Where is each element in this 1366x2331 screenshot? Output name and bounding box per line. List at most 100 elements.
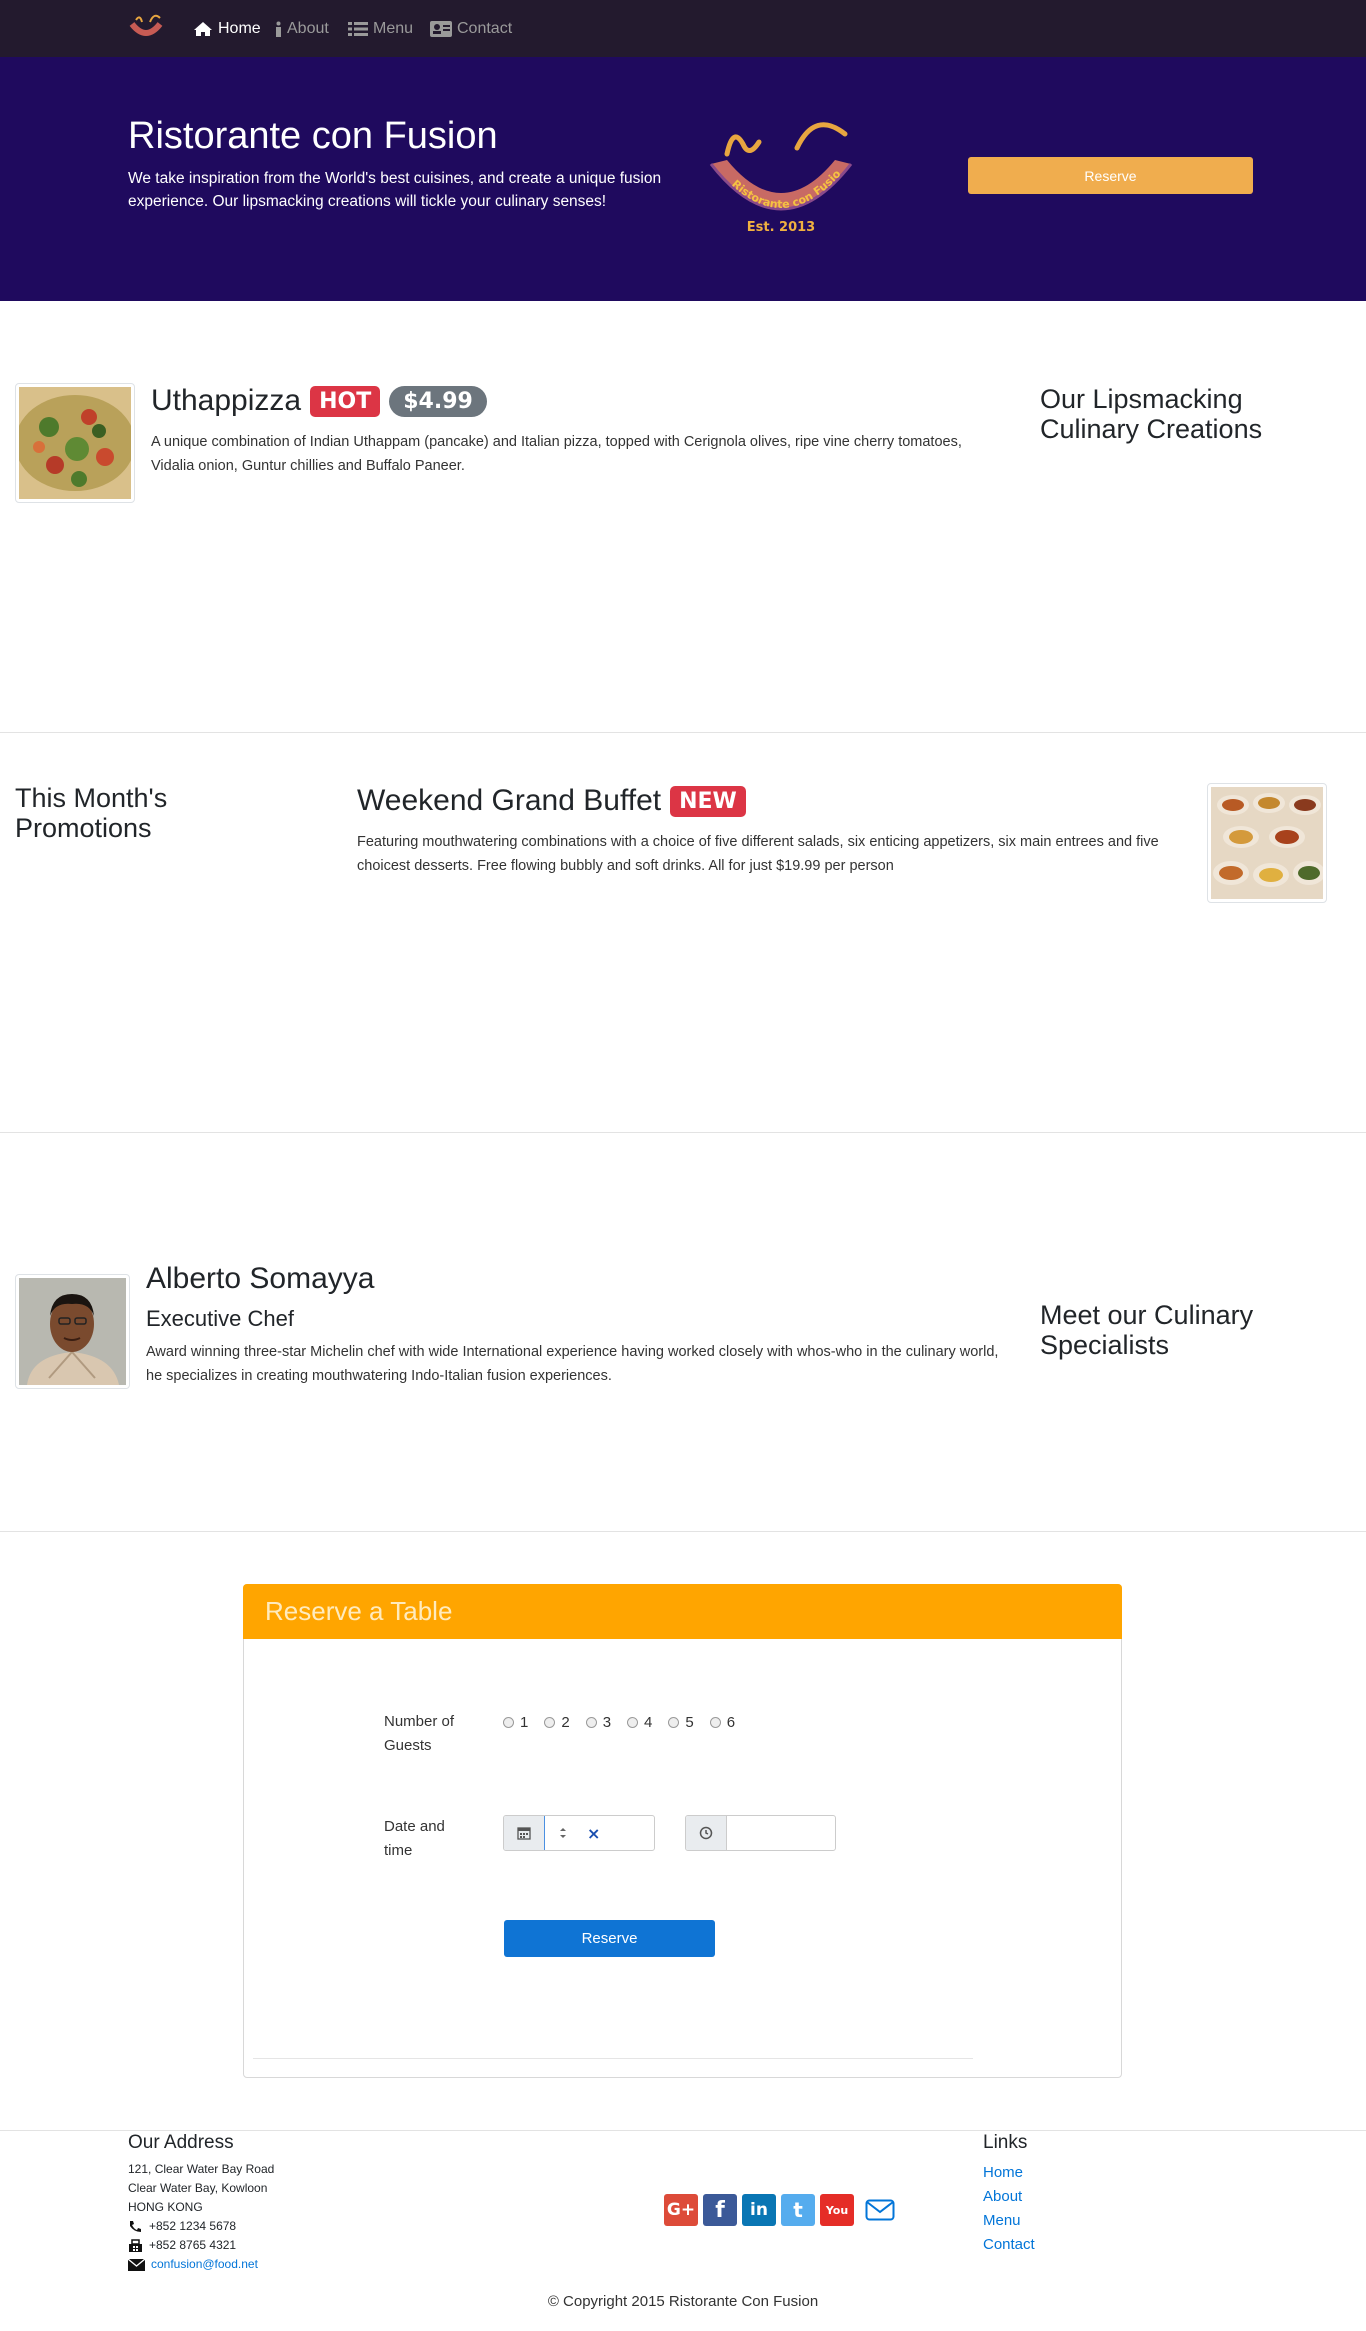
radio-circle[interactable]	[503, 1717, 514, 1728]
fax-number: +852 8765 4321	[149, 2238, 237, 2252]
facebook-icon[interactable]: f	[703, 2194, 737, 2226]
fax-icon	[129, 2238, 142, 2252]
spinner-icon[interactable]	[559, 1826, 567, 1840]
jumbotron-description: We take inspiration from the World's bes…	[128, 170, 662, 210]
nav-contact[interactable]: Contact	[430, 17, 512, 41]
dish-description: A unique combination of Indian Uthappam …	[151, 434, 962, 474]
buffet-image	[1211, 787, 1325, 899]
guests-radio-group: 1 2 3 4 5 6	[503, 1714, 735, 1731]
dish-title-row: Uthappizza HOT $4.99	[151, 384, 487, 418]
twitter-icon[interactable]: t	[781, 2194, 815, 2226]
home-icon	[194, 22, 212, 36]
guests-option-1[interactable]: 1	[503, 1714, 528, 1731]
promotion-description: Featuring mouthwatering combinations wit…	[357, 834, 1159, 874]
price-badge: $4.99	[389, 385, 487, 417]
email-link[interactable]: confusion@food.net	[151, 2255, 258, 2274]
mail-icon[interactable]	[865, 2199, 895, 2221]
guests-option-3[interactable]: 3	[585, 1714, 611, 1731]
radio-label: 4	[644, 1714, 653, 1731]
radio-label: 1	[520, 1714, 529, 1731]
footer-address-block: 121, Clear Water Bay Road Clear Water Ba…	[128, 2160, 274, 2274]
fax-line: +852 8765 4321	[128, 2236, 274, 2255]
chef-photo-image	[19, 1278, 126, 1385]
radio-circle[interactable]	[627, 1717, 639, 1728]
address-line: 121, Clear Water Bay Road	[128, 2162, 275, 2176]
dish-image	[15, 383, 135, 503]
guests-option-2[interactable]: 2	[544, 1714, 570, 1731]
nav-home[interactable]: Home	[193, 17, 261, 41]
restaurant-logo-icon[interactable]	[126, 12, 166, 44]
section-divider	[0, 732, 1366, 733]
leader-designation: Executive Chef	[146, 1306, 294, 1331]
linkedin-icon[interactable]: in	[742, 2194, 776, 2226]
info-icon	[276, 21, 281, 37]
address-line: HONG KONG	[128, 2200, 203, 2214]
hot-badge: HOT	[310, 385, 381, 417]
phone-icon	[130, 2221, 141, 2232]
leader-section-heading: Meet our Culinary Specialists	[1040, 1300, 1254, 1360]
phone-number: +852 1234 5678	[149, 2219, 237, 2233]
nav-contact-label: Contact	[457, 20, 513, 37]
radio-circle[interactable]	[668, 1717, 680, 1728]
time-input-group	[685, 1815, 836, 1851]
radio-label: 5	[685, 1714, 694, 1731]
clock-addon	[686, 1816, 727, 1850]
nav-menu-label: Menu	[373, 20, 414, 37]
promotion-title-row: Weekend Grand Buffet NEW	[357, 784, 746, 818]
google-plus-icon[interactable]: G+	[664, 2194, 698, 2226]
section-divider	[0, 1132, 1366, 1133]
address-line: Clear Water Bay, Kowloon	[128, 2181, 268, 2195]
radio-circle[interactable]	[585, 1717, 597, 1728]
jumbotron-title: Ristorante con Fusion	[128, 115, 498, 157]
nav-menu[interactable]: Menu	[348, 17, 413, 41]
time-field[interactable]	[727, 1816, 835, 1850]
logo-est-text: Est. 2013	[747, 220, 815, 235]
jumbotron-reserve-button[interactable]: Reserve	[968, 157, 1253, 194]
footer-link-home[interactable]: Home	[983, 2161, 1035, 2185]
footer-address-heading: Our Address	[128, 2132, 234, 2153]
email-line: confusion@food.net	[128, 2255, 274, 2274]
date-input-group: ×	[503, 1815, 655, 1851]
footer-link-about[interactable]: About	[983, 2185, 1035, 2209]
guests-option-4[interactable]: 4	[627, 1714, 652, 1731]
reserve-table-card	[243, 1584, 1122, 2078]
guests-option-6[interactable]: 6	[709, 1714, 736, 1731]
footer-links: Home About Menu Contact	[983, 2161, 1035, 2257]
nav-home-label: Home	[218, 20, 261, 37]
youtube-icon[interactable]: You	[820, 2194, 854, 2226]
calendar-icon	[517, 1827, 531, 1840]
envelope-icon	[128, 2258, 145, 2271]
radio-label: 6	[726, 1714, 736, 1731]
date-field[interactable]: ×	[544, 1816, 654, 1850]
promotion-image	[1207, 783, 1327, 903]
radio-circle[interactable]	[544, 1717, 556, 1728]
radio-circle[interactable]	[709, 1717, 721, 1728]
clear-date-icon[interactable]: ×	[587, 1824, 600, 1843]
footer-links-heading: Links	[983, 2132, 1028, 2153]
phone-line: +852 1234 5678	[128, 2217, 274, 2236]
leader-image	[15, 1274, 130, 1389]
social-icons: G+ f in t You	[664, 2194, 895, 2226]
list-icon	[348, 22, 368, 36]
nav-about-label: About	[287, 20, 329, 37]
guests-label: Number of Guests	[384, 1713, 455, 1754]
dish-name: Uthappizza	[151, 384, 302, 417]
copyright: © Copyright 2015 Ristorante Con Fusion	[547, 2293, 819, 2310]
card-divider	[253, 2058, 973, 2059]
radio-label: 2	[561, 1714, 570, 1731]
footer-link-contact[interactable]: Contact	[983, 2233, 1035, 2257]
nav-about[interactable]: About	[275, 17, 329, 41]
pizza-image	[16, 387, 134, 499]
reserve-submit-button[interactable]: Reserve	[504, 1920, 715, 1957]
guests-option-5[interactable]: 5	[668, 1714, 694, 1731]
promotion-name: Weekend Grand Buffet	[357, 784, 662, 817]
footer-link-menu[interactable]: Menu	[983, 2209, 1035, 2233]
datetime-label: Date and time	[384, 1818, 445, 1859]
restaurant-logo-large-icon: Ristorante con Fusion Est. 2013	[697, 114, 853, 235]
clock-icon	[699, 1826, 713, 1840]
promotion-section-heading: This Month's Promotions	[15, 783, 168, 843]
address-card-icon	[430, 21, 452, 37]
new-badge: NEW	[670, 785, 746, 817]
leader-description: Award winning three-star Michelin chef w…	[146, 1344, 999, 1384]
footer-divider	[0, 2130, 1366, 2131]
